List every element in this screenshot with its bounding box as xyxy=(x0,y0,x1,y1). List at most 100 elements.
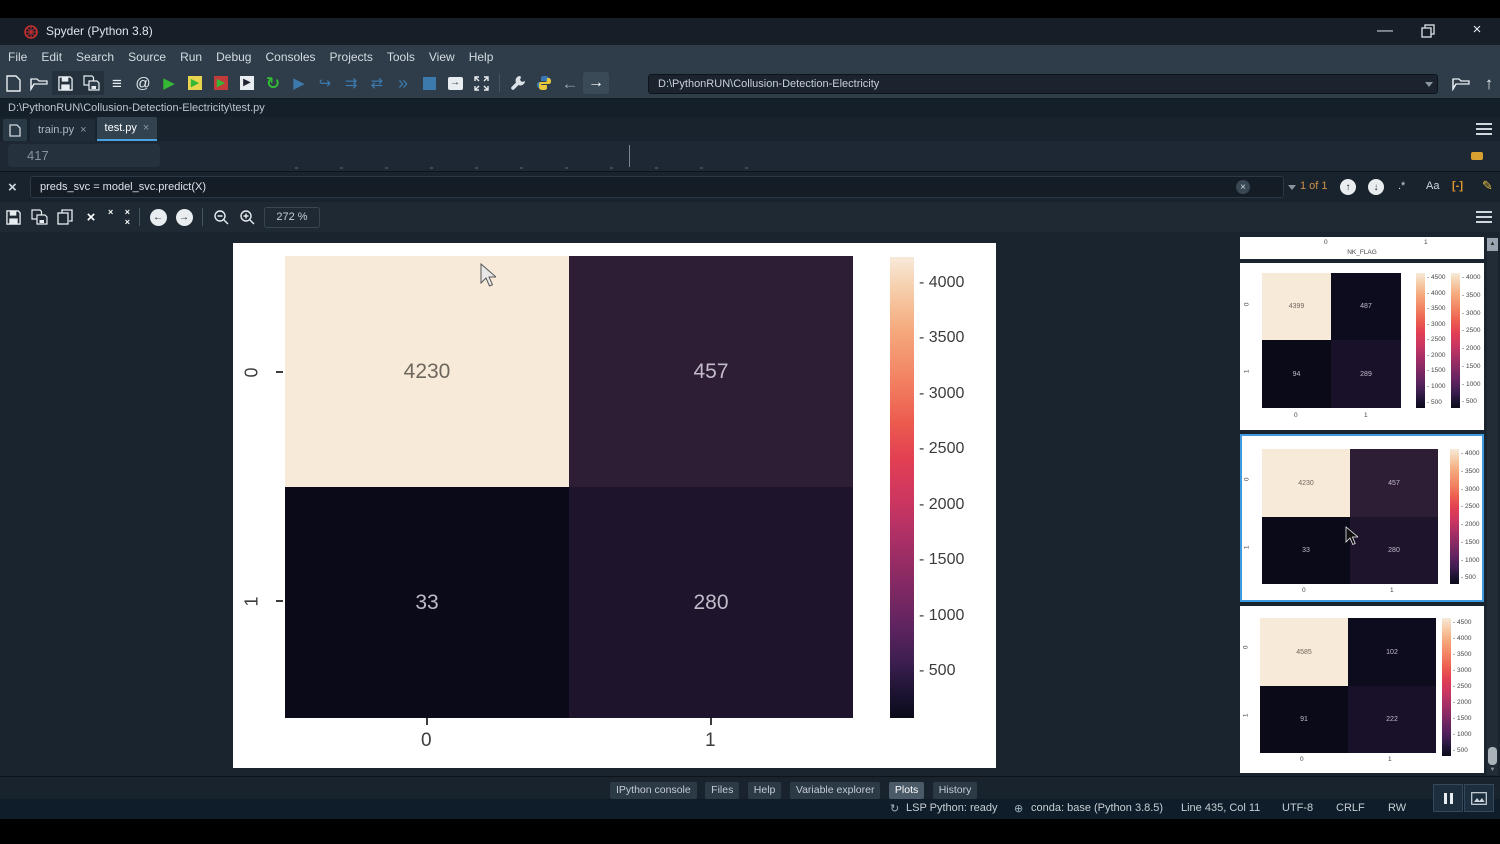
thumbnails-scrollbar[interactable]: ▲ ▼ xyxy=(1487,237,1498,775)
t1-cell-0-0: 4399 xyxy=(1262,273,1331,340)
t3-colorbar-ticks: 45004000350030002500200015001000500 xyxy=(1453,620,1471,754)
find-previous-button[interactable]: ↑ xyxy=(1340,179,1356,195)
working-directory-field[interactable]: D:\PythonRUN\Collusion-Detection-Electri… xyxy=(648,74,1438,94)
run-cell-advance-button[interactable]: ▶ xyxy=(208,71,234,95)
menu-item-consoles[interactable]: Consoles xyxy=(265,50,315,64)
browse-tabs-button[interactable] xyxy=(3,119,27,141)
plots-options-menu-button[interactable] xyxy=(1476,211,1492,223)
previous-plot-button[interactable]: ← xyxy=(145,205,171,229)
pause-updates-button[interactable] xyxy=(1433,784,1463,812)
colorbar-ticks: 4000350030002500200015001000500 xyxy=(919,275,964,679)
run-cell-button[interactable]: ▶ xyxy=(182,71,208,95)
pane-tab-ipython-console[interactable]: IPython console xyxy=(610,782,697,799)
t3-cell-0-1: 102 xyxy=(1348,618,1436,686)
tab-close-icon[interactable]: × xyxy=(143,122,149,134)
find-symbols-button[interactable]: @ xyxy=(130,71,156,95)
tab-test-py[interactable]: test.py× xyxy=(97,117,158,141)
restore-button[interactable] xyxy=(1421,24,1435,38)
back-button[interactable]: ← xyxy=(557,71,583,95)
menu-item-search[interactable]: Search xyxy=(76,50,114,64)
pane-tab-plots[interactable]: Plots xyxy=(889,782,924,799)
close-button[interactable]: × xyxy=(1464,21,1490,38)
open-file-button[interactable] xyxy=(26,71,52,95)
menu-item-debug[interactable]: Debug xyxy=(216,50,251,64)
thumbnail-plot-2-selected[interactable]: 0 1 4230 457 33 280 0 1 4000350030002500… xyxy=(1240,434,1484,602)
pane-tab-history[interactable]: History xyxy=(933,782,978,799)
menu-item-edit[interactable]: Edit xyxy=(41,50,62,64)
editor-pane[interactable]: 417 xyxy=(0,141,1500,172)
zoom-level-field[interactable]: 272 % xyxy=(264,207,320,228)
new-file-button[interactable] xyxy=(0,71,26,95)
save-button[interactable] xyxy=(52,71,78,95)
stop-debug-button[interactable] xyxy=(416,71,442,95)
scrollbar-down-arrow[interactable]: ▼ xyxy=(1487,765,1498,775)
thumbnail-plot-3[interactable]: 0 1 4585 102 91 222 0 1 4500400035003000… xyxy=(1240,606,1484,773)
preferences-button[interactable] xyxy=(505,71,531,95)
run-file-button[interactable]: ▶ xyxy=(156,71,182,95)
menu-item-file[interactable]: File xyxy=(8,50,27,64)
whole-word-toggle[interactable]: [-] xyxy=(1452,180,1463,192)
find-history-caret[interactable] xyxy=(1288,185,1296,190)
y-tick-label-0: 0 xyxy=(242,367,263,377)
menu-item-help[interactable]: Help xyxy=(469,50,494,64)
exit-debug-button[interactable]: → xyxy=(442,71,468,95)
find-next-button[interactable]: ↓ xyxy=(1368,179,1384,195)
pane-tab-help[interactable]: Help xyxy=(748,782,782,799)
parent-directory-button[interactable]: ↑ xyxy=(1476,71,1500,95)
save-all-button[interactable] xyxy=(78,71,104,95)
minimize-button[interactable]: — xyxy=(1372,22,1398,40)
step-return-button[interactable]: ⇄ xyxy=(364,71,390,95)
main-figure[interactable]: 4230 457 33 280 0 1 0 1 4000350030002500… xyxy=(233,243,996,768)
pane-tab-variable-explorer[interactable]: Variable explorer xyxy=(790,782,881,799)
debug-file-button[interactable]: ▶ xyxy=(286,71,312,95)
zoom-in-button[interactable] xyxy=(234,205,260,229)
tab-close-icon[interactable]: × xyxy=(80,124,86,136)
maximize-pane-button[interactable] xyxy=(468,71,494,95)
show-plot-button[interactable] xyxy=(1464,784,1494,812)
find-clear-icon[interactable]: × xyxy=(1236,180,1250,194)
menu-item-tools[interactable]: Tools xyxy=(387,50,415,64)
outline-explorer-button[interactable]: ≡ xyxy=(104,71,130,95)
plot-copy-button[interactable] xyxy=(52,205,78,229)
thumbnail-plot-1[interactable]: 0 1 4399 487 94 289 0 1 4500400035003000… xyxy=(1240,263,1484,430)
thumbnail-xlabel: NK_FLAG xyxy=(1240,250,1484,257)
tick-label: 2500 xyxy=(1461,504,1479,511)
interpreter-status[interactable]: conda: base (Python 3.8.5) xyxy=(1031,802,1163,814)
continue-button[interactable]: » xyxy=(390,71,416,95)
plot-remove-all-button[interactable]: × × × xyxy=(104,205,134,229)
plot-save-button[interactable] xyxy=(0,205,26,229)
tick-label: 4000 xyxy=(1462,275,1480,282)
find-input[interactable]: preds_svc = model_svc.predict(X) × xyxy=(30,176,1284,198)
tab-train-py[interactable]: train.py× xyxy=(30,119,95,141)
run-selection-button[interactable]: ▶ xyxy=(234,71,260,95)
scrollbar-up-arrow[interactable]: ▲ xyxy=(1487,238,1498,251)
step-over-button[interactable]: ↪ xyxy=(312,71,338,95)
menu-item-run[interactable]: Run xyxy=(180,50,202,64)
pythonpath-button[interactable] xyxy=(531,71,557,95)
tick-label: 4000 xyxy=(919,275,964,291)
plot-remove-button[interactable]: × xyxy=(78,205,104,229)
cwd-dropdown-caret[interactable] xyxy=(1425,82,1433,87)
tab-options-menu-button[interactable] xyxy=(1476,123,1492,135)
replace-pencil-icon[interactable]: ✎ xyxy=(1482,178,1493,194)
thumbnail-partial[interactable]: 0 1 NK_FLAG xyxy=(1240,237,1484,259)
menu-item-projects[interactable]: Projects xyxy=(330,50,373,64)
regex-toggle[interactable]: .* xyxy=(1398,180,1405,192)
pane-tab-files[interactable]: Files xyxy=(705,782,739,799)
statusbar: ↻ LSP Python: ready ⊕ conda: base (Pytho… xyxy=(0,799,1500,819)
editor-tab-bar: train.py× test.py× xyxy=(0,117,1500,141)
scrollbar-thumb[interactable] xyxy=(1488,747,1497,765)
next-plot-button[interactable]: → xyxy=(171,205,197,229)
zoom-out-button[interactable] xyxy=(208,205,234,229)
find-close-button[interactable]: × xyxy=(8,180,17,195)
forward-button[interactable]: → xyxy=(583,72,609,94)
plot-save-all-button[interactable] xyxy=(26,205,52,229)
menu-item-source[interactable]: Source xyxy=(128,50,166,64)
editor-line-number: 417 xyxy=(27,148,49,163)
rerun-cell-button[interactable]: ↻ xyxy=(260,71,286,95)
browse-directory-button[interactable] xyxy=(1448,71,1474,95)
menu-item-view[interactable]: View xyxy=(429,50,455,64)
y-tick-label-1: 1 xyxy=(242,596,263,606)
step-into-button[interactable]: ⇉ xyxy=(338,71,364,95)
case-toggle[interactable]: Aa xyxy=(1426,180,1439,192)
